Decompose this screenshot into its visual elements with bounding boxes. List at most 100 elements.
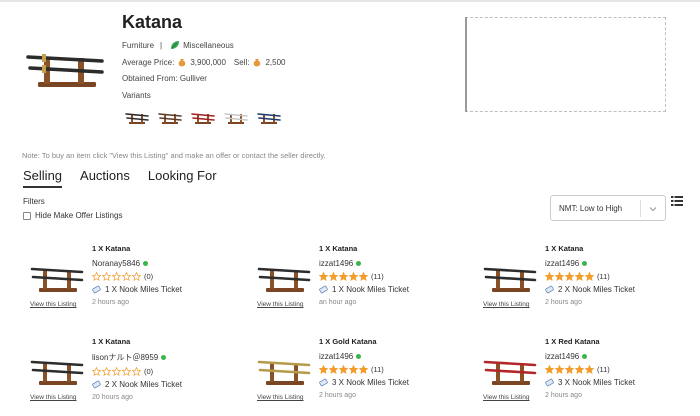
price-text: 1 X Nook Miles Ticket [332, 285, 409, 294]
obtained-label: Obtained From: [122, 74, 178, 83]
star-icon [349, 365, 358, 374]
category[interactable]: Furniture [122, 41, 154, 50]
listing-time: 20 hours ago [92, 394, 133, 401]
listing-body: 1 X Katana izzat1496 (11) 2 X Nook Miles Ti… [545, 244, 635, 306]
review-count: (0) [144, 272, 154, 281]
top-divider [0, 0, 700, 2]
star-icon [545, 272, 554, 281]
listing-card: View this Listing 1 X Katana Noranay5846 (0… [30, 244, 230, 322]
star-icon [102, 367, 111, 376]
katana-image [26, 54, 104, 87]
nook-miles-ticket-icon [319, 285, 328, 294]
listing-card: View this Listing 1 X Katana izzat1496 (11)… [483, 244, 683, 322]
view-listing-link[interactable]: View this Listing [30, 301, 77, 308]
nook-miles-ticket-icon [92, 285, 101, 294]
nook-miles-ticket-icon [92, 380, 101, 389]
subcategory[interactable]: Miscellaneous [183, 41, 234, 50]
list-view-icon[interactable] [671, 195, 683, 207]
sort-divider [640, 200, 641, 217]
variants-label: Variants [122, 91, 151, 100]
star-icon [319, 272, 328, 281]
seller-name-row[interactable]: lisonナルト＠8959 [92, 352, 182, 363]
review-count: (11) [597, 365, 610, 374]
seller-name-row[interactable]: Noranay5846 [92, 259, 182, 268]
view-listing-link[interactable]: View this Listing [257, 394, 304, 401]
hide-make-offer-checkbox[interactable] [23, 211, 31, 220]
star-icon [545, 365, 554, 374]
obtained-row: Obtained From: Gulliver [122, 74, 207, 83]
seller-rating: (11) [319, 365, 409, 374]
tab-auctions[interactable]: Auctions [80, 168, 130, 188]
listing-item-image [30, 267, 84, 292]
star-icon [359, 365, 368, 374]
tab-bar: Selling Auctions Looking For [23, 168, 235, 188]
star-icon [319, 365, 328, 374]
variant-thumbnail[interactable] [223, 108, 249, 126]
star-icon [575, 272, 584, 281]
view-listing-link[interactable]: View this Listing [257, 301, 304, 308]
obtained-value: Gulliver [179, 74, 207, 83]
avg-price-label: Average Price: [122, 57, 175, 67]
star-icon [329, 365, 338, 374]
seller-name-row[interactable]: izzat1496 [319, 259, 409, 268]
nook-miles-ticket-icon [545, 285, 554, 294]
nook-miles-ticket-icon [545, 378, 554, 387]
variant-thumbnail[interactable] [157, 108, 183, 126]
star-icon [132, 367, 141, 376]
listing-title: 1 X Katana [319, 244, 358, 253]
listing-time: 2 hours ago [545, 392, 582, 399]
view-listing-link[interactable]: View this Listing [30, 394, 77, 401]
price-row: Average Price: 3,900,000 Sell: 2,500 [122, 57, 286, 67]
star-icon [92, 272, 101, 281]
listing-title: 1 X Katana [92, 337, 131, 346]
filters-label: Filters [23, 197, 45, 206]
tab-looking-for[interactable]: Looking For [148, 168, 217, 188]
seller-name[interactable]: izzat1496 [319, 259, 353, 268]
view-listing-link[interactable]: View this Listing [483, 394, 530, 401]
chevron-down-icon [649, 207, 657, 212]
listing-price: 3 X Nook Miles Ticket [545, 378, 635, 387]
star-icon [122, 272, 131, 281]
listing-card: View this Listing 1 X Red Katana izzat1496… [483, 337, 683, 415]
listing-price: 2 X Nook Miles Ticket [92, 380, 182, 389]
hide-make-offer-label[interactable]: Hide Make Offer Listings [35, 211, 122, 220]
variant-thumbnail[interactable] [190, 108, 216, 126]
seller-rating: (11) [545, 365, 635, 374]
seller-rating: (0) [92, 272, 182, 281]
listing-item-image [30, 360, 84, 385]
sort-select[interactable]: NMT: Low to High [550, 195, 666, 221]
seller-name-row[interactable]: izzat1496 [545, 259, 635, 268]
star-icon [329, 272, 338, 281]
seller-name[interactable]: lisonナルト＠8959 [92, 352, 158, 363]
online-status-dot [582, 261, 588, 266]
listing-card: View this Listing 1 X Katana lisonナルト＠8959… [30, 337, 230, 415]
variant-thumbnail[interactable] [124, 108, 150, 126]
variant-thumbnail[interactable] [256, 108, 282, 126]
star-icon [359, 272, 368, 281]
listing-item-image [483, 267, 537, 292]
seller-rating: (11) [319, 272, 409, 281]
listing-title: 1 X Red Katana [545, 337, 600, 346]
star-icon [585, 272, 594, 281]
price-text: 1 X Nook Miles Ticket [105, 285, 182, 294]
seller-name-row[interactable]: izzat1496 [319, 352, 409, 361]
seller-name-row[interactable]: izzat1496 [545, 352, 635, 361]
online-status-dot [582, 354, 588, 359]
seller-name[interactable]: izzat1496 [319, 352, 353, 361]
seller-name[interactable]: Noranay5846 [92, 259, 140, 268]
avg-price-value: 3,900,000 [190, 57, 226, 67]
seller-name[interactable]: izzat1496 [545, 352, 579, 361]
star-icon [112, 272, 121, 281]
sell-label: Sell: [233, 57, 250, 67]
nook-miles-ticket-icon [319, 378, 328, 387]
seller-name[interactable]: izzat1496 [545, 259, 579, 268]
star-icon [92, 367, 101, 376]
bell-bag-icon [179, 59, 186, 67]
price-text: 2 X Nook Miles Ticket [105, 380, 182, 389]
listing-body: 1 X Red Katana izzat1496 (11) 3 X Nook Mile… [545, 337, 635, 399]
item-title: Katana [122, 12, 183, 32]
leaf-icon [171, 41, 180, 49]
star-icon [555, 272, 564, 281]
tab-selling[interactable]: Selling [23, 168, 63, 188]
view-listing-link[interactable]: View this Listing [483, 301, 530, 308]
